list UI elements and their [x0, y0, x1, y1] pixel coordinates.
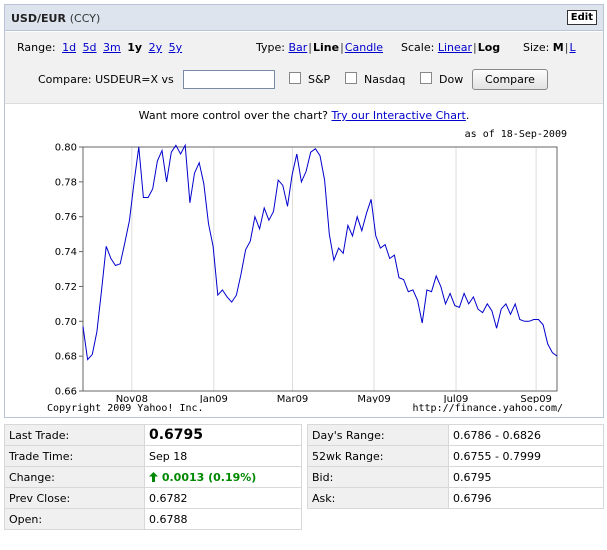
nasdaq-checkbox[interactable] — [345, 72, 357, 84]
table-row: Open: 0.6788 — [4, 508, 302, 530]
type-bar[interactable]: Bar — [288, 41, 307, 54]
last-trade-label: Last Trade: — [4, 424, 145, 446]
last-trade-value: 0.6795 — [144, 424, 302, 446]
x-tick-label: May09 — [357, 394, 390, 403]
table-row: Bid: 0.6795 — [307, 466, 604, 488]
range-5d[interactable]: 5d — [83, 41, 97, 54]
up-arrow-icon — [149, 471, 158, 482]
symbol-title: USD/EUR (CCY) — [11, 12, 100, 25]
promo-suffix: . — [465, 109, 470, 122]
type-label: Type: — [256, 41, 285, 54]
compare-label: Compare: USDEUR=X vs — [38, 73, 174, 86]
open-label: Open: — [4, 508, 145, 530]
x-tick-label: Mar09 — [277, 394, 309, 403]
sp-label: S&P — [308, 73, 331, 86]
bid-value: 0.6795 — [448, 466, 604, 488]
range-2y[interactable]: 2y — [149, 41, 163, 54]
range-5y[interactable]: 5y — [169, 41, 183, 54]
y-tick-label: 0.74 — [55, 247, 77, 258]
y-tick-label: 0.66 — [55, 387, 77, 398]
type-group: Type: Bar|Line|Candle — [256, 41, 384, 54]
52wk-range-label: 52wk Range: — [307, 445, 449, 467]
title-bar: USD/EUR (CCY) Edit — [5, 5, 603, 31]
x-tick-label: Jan09 — [199, 394, 228, 403]
open-value: 0.6788 — [144, 508, 302, 530]
table-row: Prev Close: 0.6782 — [4, 487, 302, 509]
price-chart: 0.80 0.78 0.76 0.74 0.72 0.70 0.68 0.66 Nov08 Jan… — [55, 143, 558, 403]
scale-log: Log — [477, 41, 501, 54]
table-row: Day's Range: 0.6786 - 0.6826 — [307, 424, 604, 446]
promo-text: Want more control over the chart? — [138, 109, 328, 122]
compare-input[interactable] — [183, 70, 275, 89]
x-tick-label: Jul09 — [443, 394, 469, 403]
table-row: Last Trade: 0.6795 — [4, 424, 302, 446]
copyright-text: Copyright 2009 Yahoo! Inc. — [47, 403, 204, 414]
ask-value: 0.6796 — [448, 487, 604, 509]
asof-date: as of 18-Sep-2009 — [464, 129, 567, 140]
size-label: Size: — [523, 41, 550, 54]
y-tick-label: 0.76 — [55, 212, 77, 223]
table-row: Change: 0.0013 (0.19%) — [4, 466, 302, 488]
edit-button[interactable]: Edit — [566, 10, 597, 25]
table-row: Ask: 0.6796 — [307, 487, 604, 509]
plot-area — [82, 146, 558, 392]
range-label: Range: — [17, 41, 56, 54]
change-value: 0.0013 (0.19%) — [161, 470, 257, 484]
trade-time-label: Trade Time: — [4, 445, 145, 467]
y-tick-label: 0.78 — [55, 177, 77, 188]
prev-close-label: Prev Close: — [4, 487, 145, 509]
prev-close-value: 0.6782 — [144, 487, 302, 509]
type-line: Line — [313, 41, 340, 54]
table-row: 52wk Range: 0.6755 - 0.7999 — [307, 445, 604, 467]
scale-label: Scale: — [401, 41, 435, 54]
x-tick-label: Nov08 — [116, 394, 148, 403]
quote-stats-left: Last Trade: 0.6795 Trade Time: Sep 18 Ch… — [4, 424, 302, 530]
days-range-value: 0.6786 - 0.6826 — [448, 424, 604, 446]
range-3m[interactable]: 3m — [103, 41, 121, 54]
chart-controls: Range: 1d 5d 3m 1y 2y 5y Type: Bar|Line|… — [5, 32, 603, 104]
table-row: Trade Time: Sep 18 — [4, 445, 302, 467]
y-tick-label: 0.70 — [55, 317, 77, 328]
52wk-range-value: 0.6755 - 0.7999 — [448, 445, 604, 467]
size-m: M — [552, 41, 564, 54]
size-l[interactable]: L — [569, 41, 575, 54]
nasdaq-label: Nasdaq — [364, 73, 406, 86]
change-label: Change: — [4, 466, 145, 488]
y-tick-label: 0.72 — [55, 282, 77, 293]
y-tick-label: 0.80 — [55, 143, 77, 154]
quote-stats-right: Day's Range: 0.6786 - 0.6826 52wk Range:… — [307, 424, 604, 509]
bid-label: Bid: — [307, 466, 449, 488]
trade-time-value: Sep 18 — [144, 445, 302, 467]
chart-panel: USD/EUR (CCY) Edit Range: 1d 5d 3m 1y 2y… — [4, 4, 604, 418]
scale-linear[interactable]: Linear — [438, 41, 472, 54]
dow-checkbox[interactable] — [420, 72, 432, 84]
x-tick-label: Sep09 — [520, 394, 552, 403]
promo-line: Want more control over the chart? Try ou… — [5, 109, 603, 122]
dow-label: Dow — [439, 73, 464, 86]
range-group: Range: 1d 5d 3m 1y 2y 5y — [17, 41, 185, 54]
y-tick-label: 0.68 — [55, 352, 77, 363]
interactive-chart-link[interactable]: Try our Interactive Chart — [331, 109, 465, 122]
sp-checkbox[interactable] — [289, 72, 301, 84]
symbol-type: (CCY) — [69, 12, 101, 25]
compare-row: Compare: USDEUR=X vs S&P Nasdaq Dow Comp… — [38, 68, 598, 90]
size-group: Size: M|L — [523, 41, 576, 54]
days-range-label: Day's Range: — [307, 424, 449, 446]
compare-button[interactable]: Compare — [472, 69, 548, 90]
source-url: http://finance.yahoo.com/ — [412, 403, 563, 414]
symbol-name: USD/EUR — [11, 12, 66, 25]
type-candle[interactable]: Candle — [345, 41, 383, 54]
range-1d[interactable]: 1d — [62, 41, 76, 54]
change-cell: 0.0013 (0.19%) — [144, 466, 302, 488]
range-1y: 1y — [127, 41, 143, 54]
scale-group: Scale: Linear|Log — [401, 41, 501, 54]
ask-label: Ask: — [307, 487, 449, 509]
